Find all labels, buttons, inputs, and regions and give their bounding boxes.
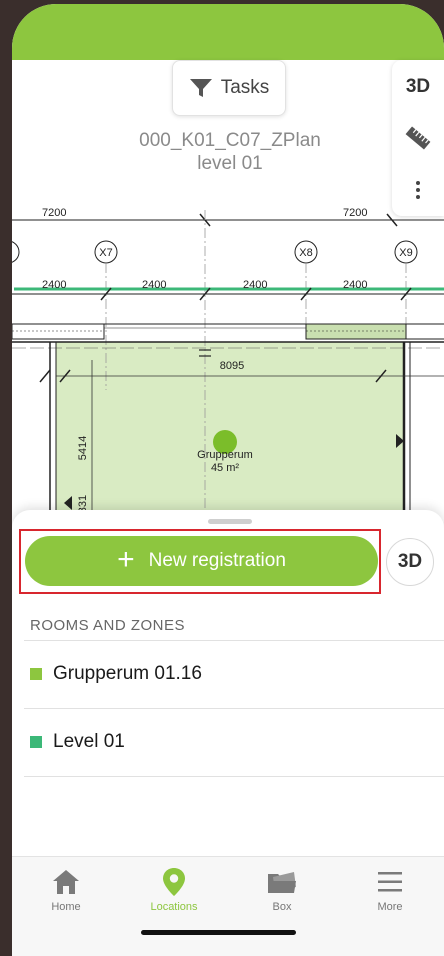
tab-box[interactable]: Box xyxy=(228,857,336,917)
list-item-label: Grupperum 01.16 xyxy=(53,663,202,684)
map-pin-icon xyxy=(163,868,185,896)
home-icon xyxy=(53,870,79,894)
grid-label-x7: X7 xyxy=(99,247,112,259)
room-area-label: 45 m² xyxy=(211,462,239,474)
room-name-label: Grupperum xyxy=(197,449,253,461)
dim-2400-c: 2400 xyxy=(243,279,267,291)
status-bar xyxy=(12,4,444,60)
dim-room-height: 5414 xyxy=(77,436,89,460)
tab-more[interactable]: More xyxy=(336,857,444,917)
tab-more-label: More xyxy=(377,901,403,913)
plan-title: 000_K01_C07_ZPlan xyxy=(139,130,321,151)
plus-icon: + xyxy=(117,542,135,576)
dim-7200-right: 7200 xyxy=(343,207,367,219)
map-toolbar: 3D xyxy=(392,60,444,216)
zone-color-swatch xyxy=(30,668,42,680)
list-item-grupperum[interactable]: Grupperum 01.16 xyxy=(24,641,444,707)
filter-icon xyxy=(189,79,212,97)
floor-plan-view[interactable]: 7200 7200 X7 X8 X9 2400 2400 2400 2400 8… xyxy=(12,60,444,520)
grid-label-x9: X9 xyxy=(399,247,412,259)
dim-2400-b: 2400 xyxy=(142,279,166,291)
section-title: ROOMS AND ZONES xyxy=(30,617,186,634)
dim-7200-left: 7200 xyxy=(42,207,66,219)
sheet-3d-button[interactable]: 3D xyxy=(386,538,434,586)
ruler-icon[interactable] xyxy=(392,124,444,157)
grid-label-x8: X8 xyxy=(299,247,312,259)
app-screen: 7200 7200 X7 X8 X9 2400 2400 2400 2400 8… xyxy=(12,4,444,956)
new-registration-button[interactable]: + New registration xyxy=(25,536,378,586)
tab-locations-label: Locations xyxy=(150,901,198,913)
home-indicator[interactable] xyxy=(141,930,296,935)
dim-2400-a: 2400 xyxy=(42,279,66,291)
toolbar-3d-button[interactable]: 3D xyxy=(392,76,444,98)
tasks-button[interactable]: Tasks xyxy=(172,60,286,116)
zone-color-swatch xyxy=(30,736,42,748)
list-item-level-01[interactable]: Level 01 xyxy=(24,709,444,775)
dim-2400-d: 2400 xyxy=(343,279,367,291)
divider xyxy=(24,776,444,777)
more-options-icon[interactable] xyxy=(392,180,444,205)
floor-plan-drawing[interactable]: 7200 7200 X7 X8 X9 2400 2400 2400 2400 8… xyxy=(12,60,444,520)
new-registration-label: New registration xyxy=(148,550,286,571)
tab-bar: Home Locations Box More xyxy=(12,856,444,956)
tasks-label: Tasks xyxy=(220,77,270,98)
menu-icon xyxy=(378,872,402,892)
folder-icon xyxy=(268,872,296,893)
dim-room-width: 8095 xyxy=(220,360,244,372)
tab-home-label: Home xyxy=(51,901,81,913)
sheet-grabber[interactable] xyxy=(208,519,252,524)
list-item-label: Level 01 xyxy=(53,731,125,752)
tab-locations[interactable]: Locations xyxy=(120,857,228,917)
plan-subtitle: level 01 xyxy=(197,153,263,174)
tab-home[interactable]: Home xyxy=(12,857,120,917)
tab-box-label: Box xyxy=(272,901,292,913)
